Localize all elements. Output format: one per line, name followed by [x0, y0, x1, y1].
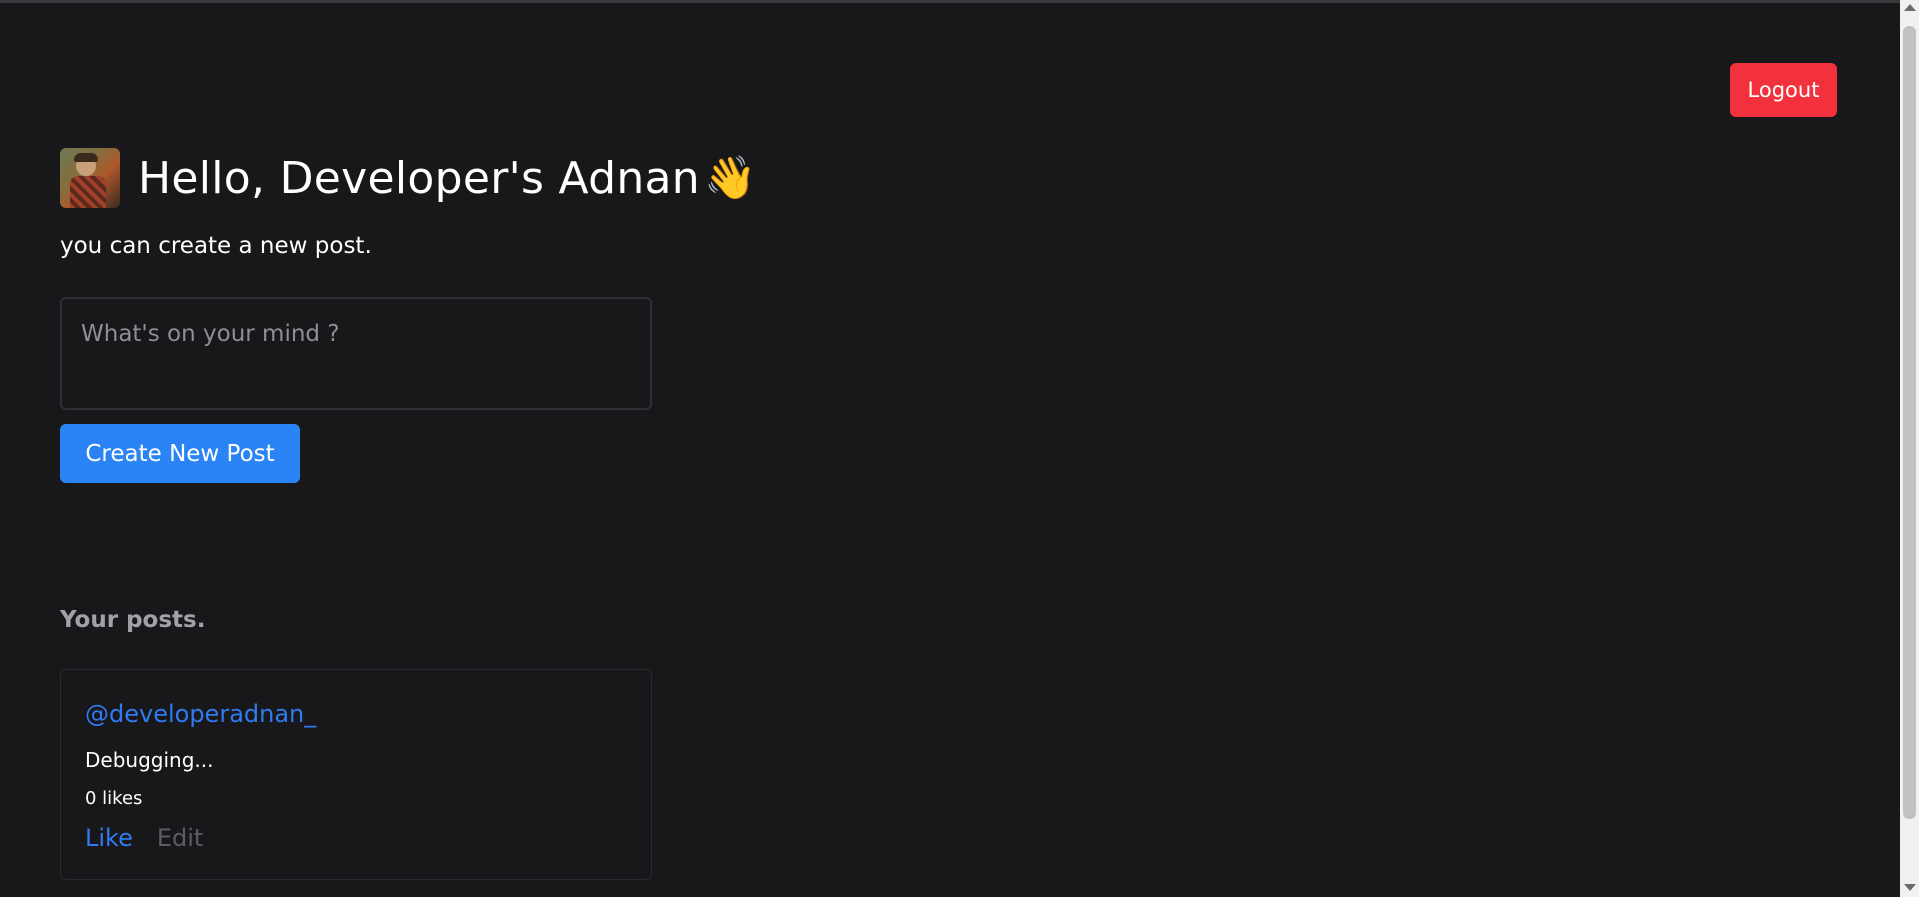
your-posts-heading: Your posts.: [60, 607, 206, 633]
scrollbar-thumb[interactable]: [1903, 26, 1916, 819]
composer-subtitle: you can create a new post.: [60, 233, 372, 259]
scroll-up-arrow-icon[interactable]: [1904, 4, 1916, 11]
edit-link[interactable]: Edit: [157, 824, 203, 852]
greeting-heading: Hello, Developer's Adnan: [138, 152, 700, 204]
scroll-down-arrow-icon[interactable]: [1904, 884, 1916, 891]
post-card: @developeradnan_ Debugging... 0 likes Li…: [60, 669, 652, 880]
dashboard-page: Logout Hello, Developer's Adnan 👋 you ca…: [0, 3, 1900, 897]
post-actions: Like Edit: [85, 824, 203, 852]
waving-hand-icon: 👋: [704, 153, 757, 202]
like-link[interactable]: Like: [85, 824, 133, 852]
avatar: [60, 148, 120, 208]
create-post-button[interactable]: Create New Post: [60, 424, 300, 483]
greeting-row: Hello, Developer's Adnan 👋: [60, 147, 756, 209]
vertical-scrollbar[interactable]: [1900, 0, 1919, 897]
post-content-input[interactable]: [60, 297, 652, 410]
logout-button[interactable]: Logout: [1730, 63, 1837, 117]
post-content: Debugging...: [85, 748, 214, 772]
post-like-count: 0 likes: [85, 788, 143, 809]
post-username: @developeradnan_: [85, 700, 317, 728]
